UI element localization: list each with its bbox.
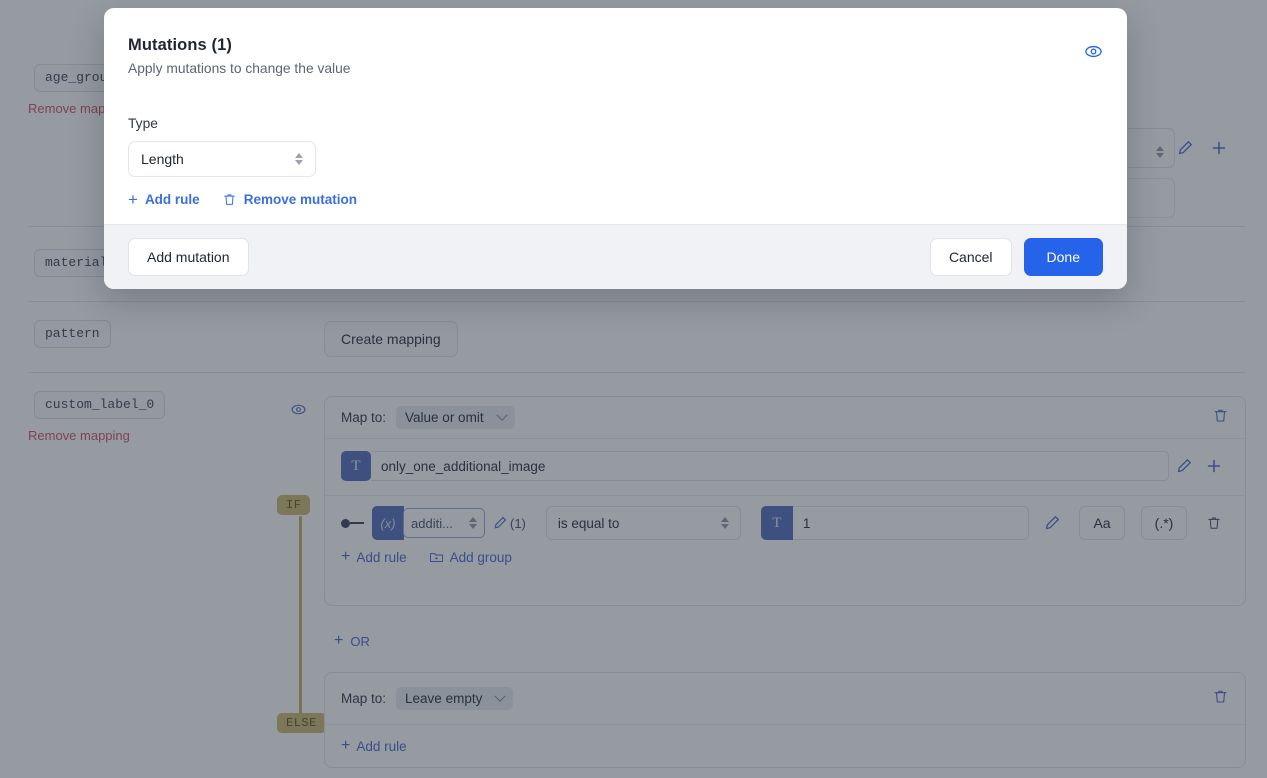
cancel-button[interactable]: Cancel <box>930 238 1012 276</box>
plus-icon: + <box>128 191 138 208</box>
mutation-add-rule-button[interactable]: + Add rule <box>128 191 200 208</box>
app-root: age_group Remove mapping material patter… <box>0 0 1267 778</box>
preview-eye-icon[interactable] <box>1084 42 1103 66</box>
chevron-updown-icon <box>295 153 303 165</box>
dialog-footer: Add mutation Cancel Done <box>104 224 1127 289</box>
remove-mutation-button[interactable]: Remove mutation <box>222 192 357 207</box>
mutation-type-select[interactable]: Length <box>128 141 316 177</box>
mutations-dialog: Mutations (1) Apply mutations to change … <box>104 8 1127 289</box>
remove-mutation-label: Remove mutation <box>244 192 357 207</box>
type-label: Type <box>128 116 1103 131</box>
dialog-subtitle: Apply mutations to change the value <box>128 61 1103 76</box>
mutation-type-value: Length <box>141 151 184 167</box>
dialog-title: Mutations (1) <box>128 36 1103 55</box>
mutations-dialog-body: Mutations (1) Apply mutations to change … <box>104 8 1127 224</box>
add-mutation-button[interactable]: Add mutation <box>128 238 249 276</box>
trash-icon <box>222 192 237 207</box>
mutation-actions: + Add rule Remove mutation <box>128 191 1103 208</box>
done-button[interactable]: Done <box>1024 238 1103 276</box>
mutation-add-rule-label: Add rule <box>145 192 200 207</box>
